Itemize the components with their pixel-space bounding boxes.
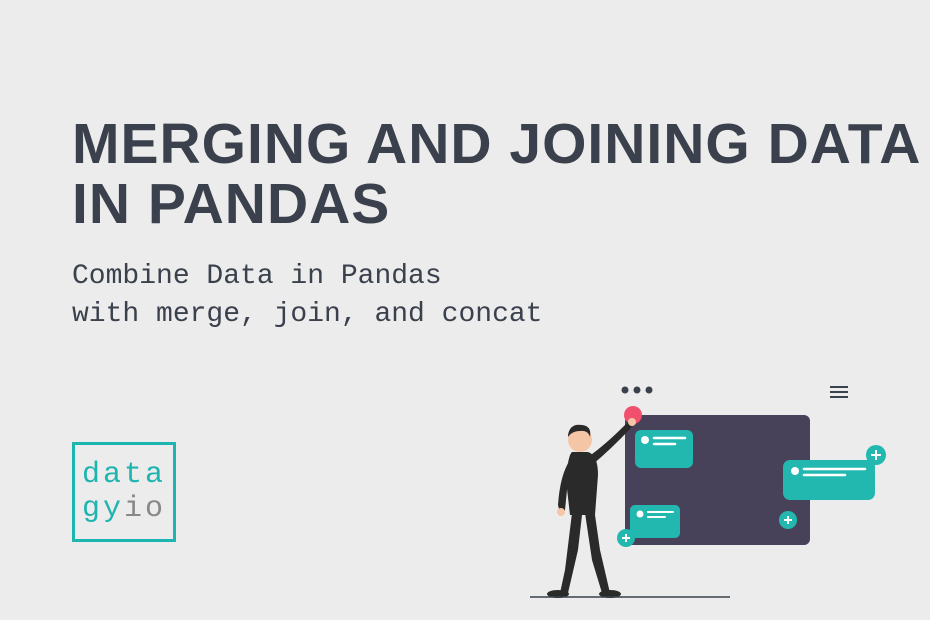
logo-text-line1: data xyxy=(82,460,166,490)
page-title: MERGING AND JOINING DATA IN PANDAS xyxy=(72,115,930,235)
person-screen-illustration xyxy=(530,375,890,605)
subtitle-line2: with merge, join, and concat xyxy=(72,299,542,330)
logo-io: io xyxy=(124,492,166,526)
page-subtitle: Combine Data in Pandas with merge, join,… xyxy=(72,258,542,334)
datagy-logo: data gyio xyxy=(72,442,176,542)
subtitle-line1: Combine Data in Pandas xyxy=(72,261,442,292)
logo-text-line2: gyio xyxy=(82,494,166,524)
logo-gy: gy xyxy=(82,492,124,526)
